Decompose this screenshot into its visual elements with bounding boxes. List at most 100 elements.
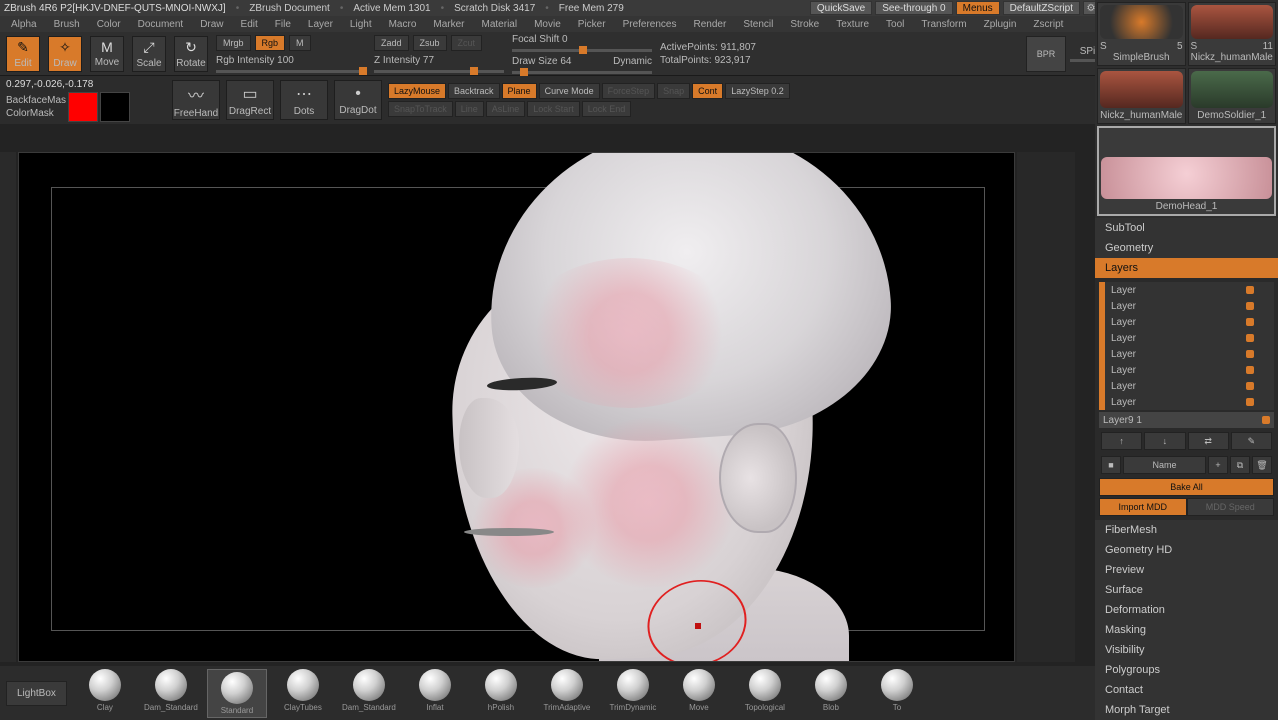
scale-mode-button[interactable]: ⤢Scale (132, 36, 166, 72)
menu-brush[interactable]: Brush (47, 19, 87, 30)
bake-all-button[interactable]: Bake All (1099, 478, 1274, 496)
focal-shift-slider[interactable] (512, 49, 652, 52)
lightbox-button[interactable]: LightBox (6, 681, 67, 706)
quicksave-button[interactable]: QuickSave (810, 1, 872, 15)
default-zscript[interactable]: DefaultZScript (1003, 1, 1080, 15)
menu-edit[interactable]: Edit (234, 19, 265, 30)
brush-dam_standard[interactable]: Dam_Standard (141, 669, 201, 718)
mrgb-button[interactable]: Mrgb (216, 35, 251, 51)
seethrough-button[interactable]: See-through 0 (875, 1, 952, 15)
snaptotrack-button[interactable]: SnapToTrack (388, 101, 453, 117)
menus-button[interactable]: Menus (956, 1, 1000, 15)
rgb-button[interactable]: Rgb (255, 35, 286, 51)
dragdot-stroke-button[interactable]: •DragDot (334, 80, 382, 120)
layer-rec-button[interactable]: ■ (1101, 456, 1121, 474)
layer-row[interactable]: Layer (1099, 298, 1274, 314)
menu-movie[interactable]: Movie (527, 19, 568, 30)
menu-stencil[interactable]: Stencil (736, 19, 780, 30)
left-gutter[interactable] (0, 152, 16, 662)
menu-texture[interactable]: Texture (829, 19, 876, 30)
menu-material[interactable]: Material (475, 19, 525, 30)
brush-hpolish[interactable]: hPolish (471, 669, 531, 718)
menu-color[interactable]: Color (90, 19, 128, 30)
brush-topological[interactable]: Topological (735, 669, 795, 718)
bpr-button[interactable]: BPR (1026, 36, 1066, 72)
brush-standard[interactable]: Standard (207, 669, 267, 718)
brush-blob[interactable]: Blob (801, 669, 861, 718)
rotate-mode-button[interactable]: ↻Rotate (174, 36, 208, 72)
section-polygroups[interactable]: Polygroups (1095, 660, 1278, 680)
m-button[interactable]: M (289, 35, 311, 51)
layer-new-button[interactable]: ✎ (1231, 432, 1272, 450)
tool-thumb-humanmale2[interactable]: Nickz_humanMale (1097, 68, 1186, 124)
section-layers[interactable]: Layers (1095, 258, 1278, 278)
layer-row[interactable]: Layer (1099, 378, 1274, 394)
menu-render[interactable]: Render (687, 19, 734, 30)
menu-layer[interactable]: Layer (301, 19, 340, 30)
rgb-intensity-slider[interactable] (216, 70, 366, 73)
brush-move[interactable]: Move (669, 669, 729, 718)
section-surface[interactable]: Surface (1095, 580, 1278, 600)
layer-current[interactable]: Layer9 1 (1099, 412, 1274, 428)
menu-alpha[interactable]: Alpha (4, 19, 44, 30)
section-geometry-hd[interactable]: Geometry HD (1095, 540, 1278, 560)
dragrect-stroke-button[interactable]: ▭DragRect (226, 80, 274, 120)
lockstart-button[interactable]: Lock Start (527, 101, 580, 117)
menu-preferences[interactable]: Preferences (616, 19, 684, 30)
layer-name-field[interactable]: Name (1123, 456, 1206, 474)
layer-add-button[interactable]: + (1208, 456, 1228, 474)
layer-row[interactable]: Layer (1099, 330, 1274, 346)
section-fibermesh[interactable]: FiberMesh (1095, 520, 1278, 540)
backtrack-button[interactable]: Backtrack (448, 83, 500, 99)
tool-thumb-demohead-active[interactable]: DemoHead_1 (1097, 126, 1276, 216)
tool-thumb-demosoldier[interactable]: DemoSoldier_1 (1188, 68, 1277, 124)
section-masking[interactable]: Masking (1095, 620, 1278, 640)
lockend-button[interactable]: Lock End (582, 101, 632, 117)
right-gutter[interactable] (1017, 152, 1075, 662)
move-mode-button[interactable]: MMove (90, 36, 124, 72)
menu-picker[interactable]: Picker (571, 19, 613, 30)
brush-dam_standard[interactable]: Dam_Standard (339, 669, 399, 718)
menu-marker[interactable]: Marker (426, 19, 471, 30)
section-visibility[interactable]: Visibility (1095, 640, 1278, 660)
brush-trimdynamic[interactable]: TrimDynamic (603, 669, 663, 718)
lazystep-slider[interactable]: LazyStep 0.2 (725, 83, 790, 99)
brush-claytubes[interactable]: ClayTubes (273, 669, 333, 718)
edit-mode-button[interactable]: ✎Edit (6, 36, 40, 72)
section-morph-target[interactable]: Morph Target (1095, 700, 1278, 720)
menu-file[interactable]: File (268, 19, 298, 30)
asline-button[interactable]: AsLine (486, 101, 526, 117)
curvemode-button[interactable]: Curve Mode (539, 83, 600, 99)
plane-button[interactable]: Plane (502, 83, 537, 99)
z-intensity-slider[interactable] (374, 70, 504, 73)
zsub-button[interactable]: Zsub (413, 35, 447, 51)
layer-down-button[interactable]: ↓ (1144, 432, 1185, 450)
cont-button[interactable]: Cont (692, 83, 723, 99)
layer-del-button[interactable]: 🗑 (1252, 456, 1272, 474)
brush-clay[interactable]: Clay (75, 669, 135, 718)
tool-thumb-simplebrush[interactable]: S5SimpleBrush (1097, 2, 1186, 66)
foreground-color-swatch[interactable] (68, 92, 98, 122)
brush-trimadaptive[interactable]: TrimAdaptive (537, 669, 597, 718)
layer-up-button[interactable]: ↑ (1101, 432, 1142, 450)
dots-stroke-button[interactable]: ⋯Dots (280, 80, 328, 120)
draw-size-slider[interactable] (512, 71, 652, 74)
menu-draw[interactable]: Draw (193, 19, 230, 30)
brush-inflat[interactable]: Inflat (405, 669, 465, 718)
draw-mode-button[interactable]: ✧Draw (48, 36, 82, 72)
menu-tool[interactable]: Tool (879, 19, 911, 30)
menu-zscript[interactable]: Zscript (1026, 19, 1070, 30)
section-contact[interactable]: Contact (1095, 680, 1278, 700)
section-subtool[interactable]: SubTool (1095, 218, 1278, 238)
menu-stroke[interactable]: Stroke (783, 19, 826, 30)
layer-row[interactable]: Layer (1099, 362, 1274, 378)
menu-document[interactable]: Document (131, 19, 191, 30)
menu-transform[interactable]: Transform (914, 19, 973, 30)
viewport-canvas[interactable] (18, 152, 1015, 662)
snap-button[interactable]: Snap (657, 83, 690, 99)
brush-to[interactable]: To (867, 669, 927, 718)
tool-thumb-humanmale[interactable]: S11Nickz_humanMale (1188, 2, 1277, 66)
background-color-swatch[interactable] (100, 92, 130, 122)
lazymouse-button[interactable]: LazyMouse (388, 83, 446, 99)
mdd-speed-slider[interactable]: MDD Speed (1187, 498, 1275, 516)
